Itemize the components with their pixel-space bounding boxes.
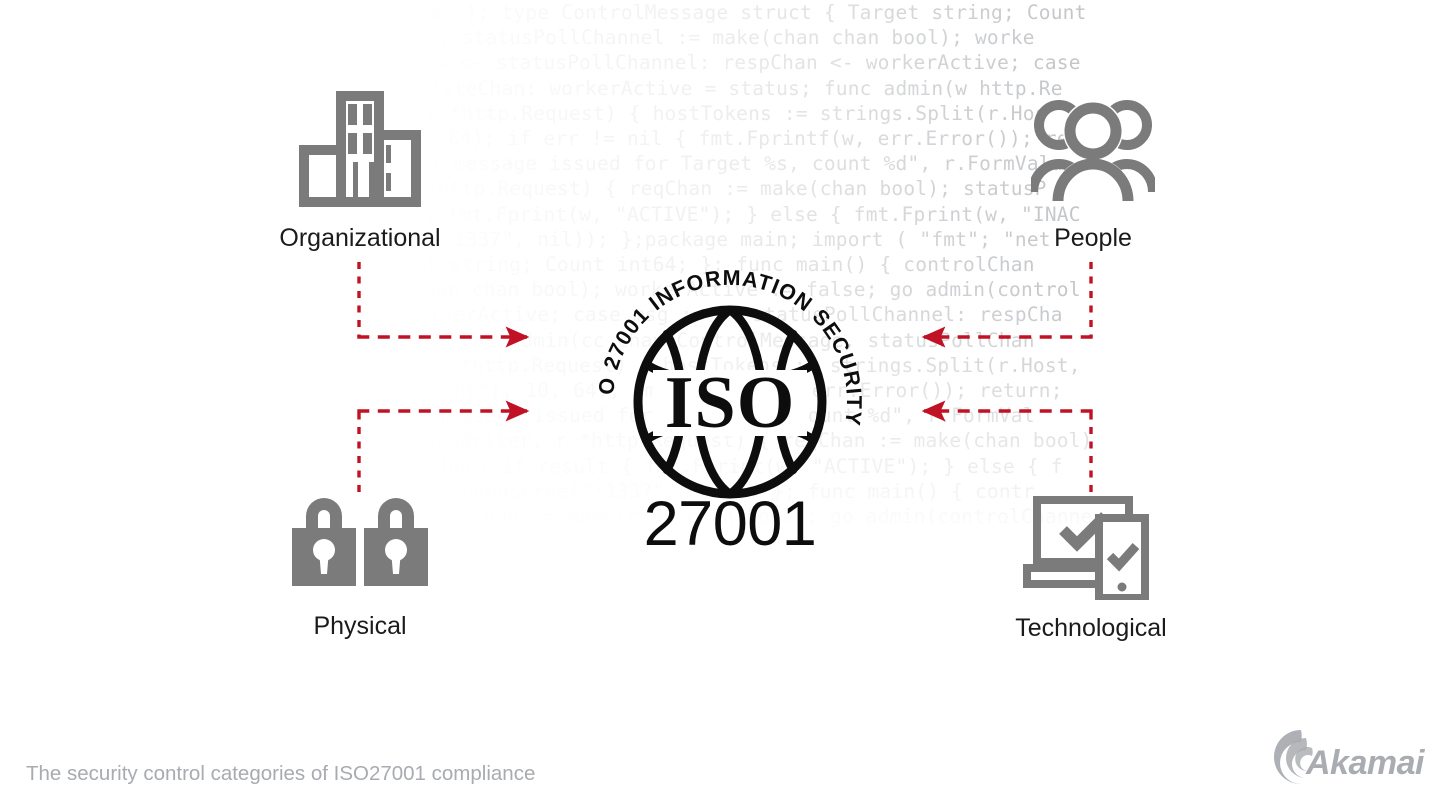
code-line: log.Print(http.ListenAndServe(":1337", n… bbox=[0, 227, 1051, 251]
connector-technological bbox=[921, 400, 1093, 492]
connector-physical bbox=[357, 400, 530, 492]
code-line: respChan; if result { fmt.Fprint(w, "ACT… bbox=[18, 202, 1081, 226]
group-of-people-icon bbox=[1031, 100, 1155, 202]
node-physical[interactable]: Physical bbox=[254, 492, 466, 639]
slide-caption: The security control categories of ISO27… bbox=[26, 762, 536, 785]
iso27001-diagram-slide: messages := make(chan "time" ); type Con… bbox=[0, 0, 1440, 810]
akamai-wordmark: Akamai bbox=[1305, 744, 1426, 782]
node-label-physical: Physical bbox=[313, 612, 407, 640]
badge-iso-text: ISO bbox=[665, 362, 796, 444]
code-line: status := <- workerCompleteChan: workerA… bbox=[0, 76, 1063, 100]
node-organizational[interactable]: Organizational bbox=[254, 88, 466, 251]
node-label-people: People bbox=[1054, 224, 1132, 252]
two-padlocks-icon bbox=[292, 498, 428, 586]
office-buildings-icon bbox=[299, 91, 421, 207]
code-line: messages := make(chan "time" ); type Con… bbox=[0, 1, 1087, 24]
laptop-and-phone-check-icon bbox=[1023, 496, 1149, 600]
iso-27001-badge: ISO 27001 INFORMATION SECURITY ISO 27001 bbox=[575, 262, 865, 552]
code-line: func(w http.ResponseWriter, r *http.Requ… bbox=[0, 177, 1047, 201]
code-line: fmt.Fprintf(w, "Control message issued f… bbox=[0, 152, 1063, 176]
padlock-right bbox=[364, 498, 428, 586]
code-line: r.FormValue("Count"), 10, 64); if err !=… bbox=[18, 127, 1081, 151]
connector-organizational bbox=[357, 262, 530, 348]
node-people[interactable]: People bbox=[987, 88, 1199, 251]
badge-standard-number: 27001 bbox=[644, 489, 817, 552]
node-technological[interactable]: Technological bbox=[985, 492, 1197, 641]
akamai-logo: Akamai bbox=[1273, 730, 1427, 784]
node-label-organizational: Organizational bbox=[279, 224, 441, 252]
code-line: case statusPollChannel := <- statusPollC… bbox=[18, 51, 1081, 75]
padlock-left bbox=[292, 498, 356, 586]
code-line: http.ResponseWriter, r *http.Request) { … bbox=[0, 101, 1047, 125]
code-line: rs := make(chan bool); statusPollChannel… bbox=[0, 26, 1035, 50]
connector-people bbox=[921, 262, 1093, 348]
node-label-technological: Technological bbox=[1015, 614, 1167, 642]
